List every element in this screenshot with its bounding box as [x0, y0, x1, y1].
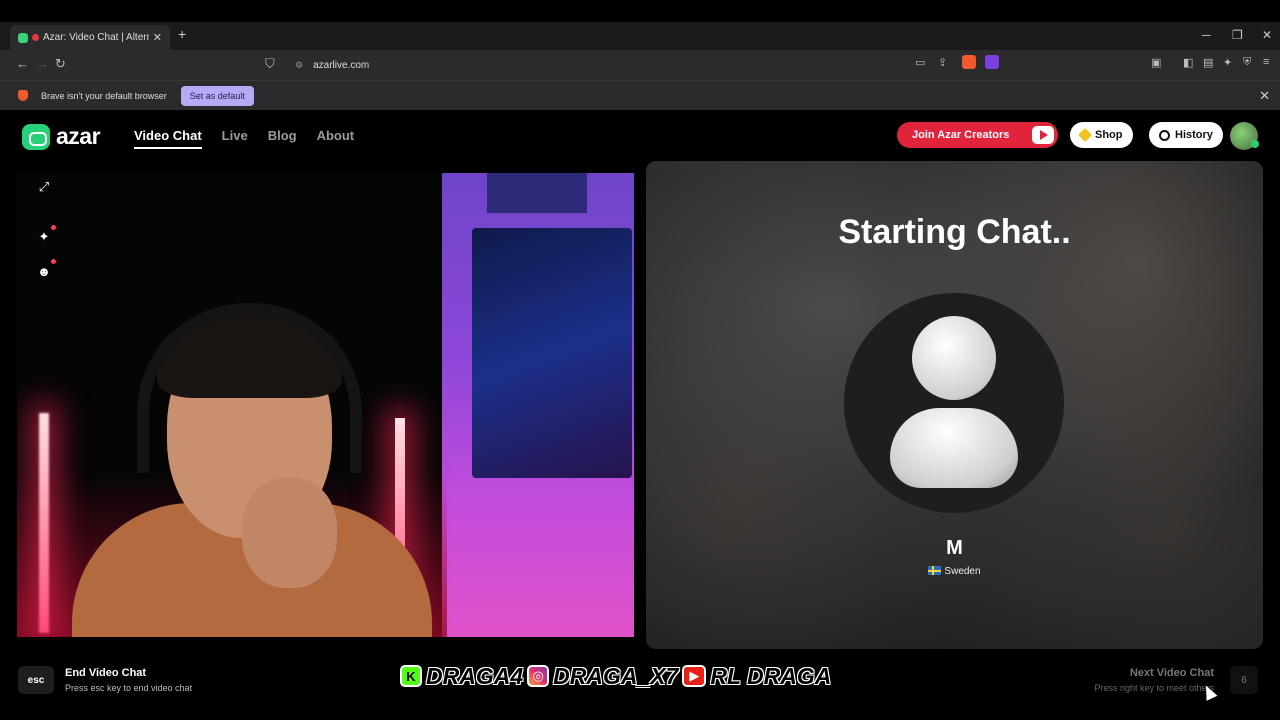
azar-favicon-icon	[18, 32, 28, 43]
next-chat-title[interactable]: Next Video Chat	[1130, 667, 1214, 679]
instagram-handle: DRAGA_X7	[553, 662, 679, 689]
extensions-icon[interactable]: ▤	[1203, 56, 1213, 69]
nav-about[interactable]: About	[317, 128, 355, 149]
join-creators-button[interactable]: Join Azar Creators	[897, 122, 1058, 148]
end-chat-hint: Press esc key to end video chat	[65, 683, 193, 693]
azar-logo[interactable]: azar	[22, 123, 101, 150]
brave-shields-icon[interactable]	[962, 55, 976, 69]
new-tab-icon[interactable]: +	[178, 26, 186, 42]
logo-text: azar	[56, 123, 101, 149]
recording-icon	[32, 34, 39, 41]
next-chat-hint: Press right key to meet others	[1094, 683, 1214, 693]
peer-country: Sweden	[646, 566, 1263, 577]
close-window-icon[interactable]: ✕	[1262, 28, 1272, 42]
azar-site: azar Video Chat Live Blog About Join Aza…	[0, 111, 1280, 711]
share-icon[interactable]: ⇪	[938, 56, 947, 69]
reload-icon[interactable]: ↻	[55, 56, 66, 72]
user-camera-feed	[72, 303, 432, 637]
youtube-icon: ▶	[682, 665, 707, 687]
chat-status: Starting Chat..	[838, 213, 1071, 251]
user-avatar[interactable]	[1230, 122, 1259, 150]
creators-label: Join Azar Creators	[912, 129, 1010, 141]
cast-icon[interactable]: ▭	[915, 56, 925, 69]
browser-toolbar: ← → ↻ ⛉ ⚙ azarlive.com ▭ ⇪ ▣ ◧ ▤ ✦ ⛨ ≡	[0, 50, 1280, 80]
social-overlay: K DRAGA4 ◎ DRAGA_X7 ▶ RL DRAGA	[400, 662, 831, 690]
brave-rewards-icon[interactable]	[985, 55, 999, 69]
url-text: azarlive.com	[313, 59, 370, 71]
sweden-flag-icon	[928, 566, 942, 575]
wall-poster	[472, 228, 632, 478]
default-browser-infobar: Brave isn't your default browser Set as …	[0, 80, 1280, 110]
sidebar-icon[interactable]: ◧	[1183, 56, 1193, 69]
youtube-handle: RL DRAGA	[710, 662, 832, 689]
gem-icon	[1077, 127, 1093, 143]
peer-profile-icon	[844, 293, 1064, 513]
brave-icon	[18, 90, 28, 101]
wall-banner	[487, 173, 587, 213]
end-chat-key[interactable]: esc	[18, 666, 54, 694]
menu-icon[interactable]: ≡	[1263, 56, 1269, 68]
play-icon	[1032, 126, 1054, 144]
bookmark-icon[interactable]: ⛉	[265, 56, 275, 72]
close-infobar-icon[interactable]: ✕	[1259, 88, 1270, 104]
remote-video-panel: Starting Chat.. M Sweden	[646, 161, 1263, 649]
sticker-icon[interactable]: ☻	[36, 259, 56, 279]
expand-icon[interactable]: ⤢	[36, 179, 52, 195]
infobar-message: Brave isn't your default browser	[41, 90, 167, 101]
clock-icon	[1159, 129, 1170, 141]
close-tab-icon[interactable]: ✕	[153, 31, 162, 44]
vpn-icon[interactable]: ⛨	[1243, 56, 1251, 69]
address-bar[interactable]: ⚙ azarlive.com	[287, 55, 1007, 75]
peer-name: M	[946, 537, 963, 559]
nav-video-chat[interactable]: Video Chat	[134, 128, 202, 149]
effects-icon[interactable]: ✦	[36, 225, 56, 245]
site-info-icon[interactable]: ⚙	[295, 60, 303, 71]
peer-country-label: Sweden	[944, 566, 981, 577]
set-default-button[interactable]: Set as default	[180, 85, 254, 106]
back-icon[interactable]: ←	[16, 56, 29, 71]
next-chat-key[interactable]: 6	[1230, 666, 1258, 694]
headset	[137, 303, 362, 473]
azar-logo-icon	[22, 123, 50, 150]
browser-tab[interactable]: Azar: Video Chat | Alternative ✕	[10, 25, 170, 50]
history-label: History	[1175, 129, 1213, 141]
leo-icon[interactable]: ✦	[1223, 56, 1232, 69]
nav-blog[interactable]: Blog	[268, 128, 297, 149]
neon-light-left	[39, 413, 49, 633]
restore-icon[interactable]: ❐	[1232, 28, 1243, 42]
shop-button[interactable]: Shop	[1070, 122, 1133, 148]
tab-bar: Azar: Video Chat | Alternative ✕ + ─ ❐ ✕	[0, 22, 1280, 50]
nav-live[interactable]: Live	[222, 128, 248, 149]
history-button[interactable]: History	[1149, 122, 1223, 148]
main-nav: Video Chat Live Blog About	[134, 128, 354, 149]
tab-title: Azar: Video Chat | Alternative	[43, 32, 149, 43]
shop-label: Shop	[1095, 129, 1123, 141]
mouse-cursor-icon	[1200, 683, 1218, 701]
wallet-icon[interactable]: ▣	[1151, 56, 1161, 69]
end-chat-title[interactable]: End Video Chat	[65, 667, 146, 679]
kick-handle: DRAGA4	[426, 662, 524, 689]
forward-icon[interactable]: →	[36, 56, 49, 71]
local-video: ⤢ ✦ ☻	[17, 173, 634, 637]
minimize-icon[interactable]: ─	[1202, 28, 1211, 42]
kick-icon: K	[400, 665, 422, 687]
instagram-icon: ◎	[527, 665, 550, 687]
